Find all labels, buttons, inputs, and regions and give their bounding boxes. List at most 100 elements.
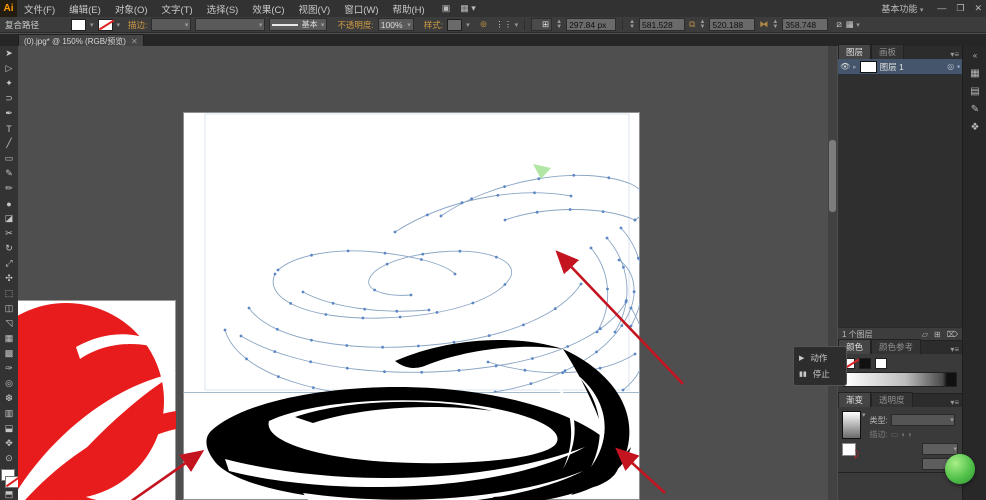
anchor-point[interactable] [409,293,413,297]
fill-swatch[interactable] [71,18,87,31]
stroke-link[interactable]: 描边: [128,19,147,31]
gradient-type-dropdown[interactable]: ▾ [890,414,955,426]
symbols-panel-icon[interactable]: ❖ [970,118,980,136]
anchor-point[interactable] [617,258,621,262]
anchor-point[interactable] [453,272,457,276]
anchor-point[interactable] [624,299,628,302]
anchor-point[interactable] [601,210,605,213]
w-field[interactable]: 520.188 [709,18,756,31]
gradient-panel-menu-icon[interactable]: ▾≡ [950,398,962,407]
anchor-point[interactable] [435,311,439,314]
eraser-tool[interactable]: ◪ [0,211,18,226]
restore-button[interactable]: ❐ [956,3,964,14]
anchor-point[interactable] [439,214,443,218]
width-profile-combo[interactable]: 基本 ▾ [269,18,328,31]
close-button[interactable]: ✕ [974,3,982,14]
expand-arrow-icon[interactable]: ▸ [853,63,857,71]
anchor-point[interactable] [629,306,633,310]
anchor-point[interactable] [503,283,507,286]
type-tool[interactable]: T [0,121,18,136]
menu-object[interactable]: 对象(O) [108,2,155,16]
pencil-tool[interactable]: ✏ [0,181,18,196]
anchor-point[interactable] [310,253,313,257]
anchor-point[interactable] [426,213,429,217]
scissors-tool[interactable]: ✂ [0,226,18,241]
mini-row-label[interactable]: 停止 [813,368,830,380]
style-swatch[interactable] [447,18,463,31]
mesh-tool[interactable]: ▦ [0,331,18,346]
anchor-point[interactable] [605,236,609,240]
anchor-point[interactable] [247,306,251,310]
tab-close-icon[interactable]: ✕ [131,37,138,46]
delete-layer-icon[interactable]: ⌦ [947,330,958,339]
anchor-point[interactable] [223,328,227,332]
menu-help[interactable]: 帮助(H) [386,2,432,16]
style-link[interactable]: 样式: [424,19,443,31]
anchor-point[interactable] [471,301,475,305]
anchor-point[interactable] [363,307,367,311]
artboard-tool[interactable]: ⬓ [0,421,18,436]
anchor-point[interactable] [273,272,277,276]
arrange-documents-icon[interactable]: ▦ ▾ [460,3,476,14]
anchor-point[interactable] [420,258,423,261]
perspective-grid-tool[interactable]: ◹ [0,316,18,331]
collapse-dock-icon[interactable]: « [973,46,977,64]
swatches-panel-icon[interactable]: ▤ [970,82,979,100]
brushes-panel-icon[interactable]: ✎ [970,100,979,118]
layer-thumbnail[interactable] [859,60,877,73]
anchor-point[interactable] [398,315,402,319]
pen-tool[interactable]: ✒ [0,106,18,121]
fill-stroke-proxy[interactable] [0,469,19,488]
anchor-point[interactable] [503,185,506,188]
anchor-point[interactable] [568,208,572,211]
anchor-point[interactable] [470,197,473,201]
blob-brush-tool[interactable]: ● [0,196,18,211]
rectangle-tool[interactable]: ▭ [0,151,18,166]
canvas-scrollbar-track[interactable] [828,46,837,500]
x-field[interactable]: 297.84 px [566,18,617,31]
anchor-point[interactable] [393,230,397,234]
shape-builder-tool[interactable]: ◫ [0,301,18,316]
screen-mode-icon[interactable]: ⬒ [0,489,18,500]
target-circle-icon[interactable]: ◎ [947,62,954,71]
stroke-proxy[interactable] [5,476,19,488]
color-panel-menu-icon[interactable]: ▾≡ [950,345,962,354]
menu-file[interactable]: 文件(F) [17,2,62,16]
black-logo-artwork[interactable] [183,335,640,500]
workspace-switcher[interactable]: 基本功能 ▾ [881,2,923,15]
mini-row-label[interactable]: 动作 [810,352,827,364]
opacity-link[interactable]: 不透明度: [337,19,373,31]
canvas-scrollbar-handle[interactable] [829,140,836,212]
gradient-angle-field[interactable]: ▾ [922,443,958,455]
blend-tool[interactable]: ◎ [0,376,18,391]
tab-artboards[interactable]: 画板 [871,44,905,59]
menu-type[interactable]: 文字(T) [155,2,200,16]
anchor-point[interactable] [324,313,328,316]
anchor-point[interactable] [535,210,539,214]
visibility-eye-icon[interactable]: 👁 [840,62,850,71]
canvas-area[interactable] [0,46,838,500]
anchor-point[interactable] [595,330,599,334]
anchor-point[interactable] [383,251,387,255]
anchor-point[interactable] [619,226,623,230]
brush-definition-combo[interactable]: ▾ [195,18,266,31]
reverse-gradient-icon[interactable] [842,443,859,460]
anchor-point[interactable] [553,307,557,310]
rotate-tool[interactable]: ↻ [0,241,18,256]
anchor-point[interactable] [331,301,335,305]
anchor-point[interactable] [276,268,280,272]
direct-selection-tool[interactable]: ▷ [0,61,18,76]
zoom-tool[interactable]: ⊙ [0,451,18,466]
anchor-point[interactable] [599,327,602,331]
anchor-point[interactable] [569,194,573,198]
layer-name[interactable]: 图层 1 [880,61,904,73]
eyedropper-tool[interactable]: ✑ [0,361,18,376]
anchor-point[interactable] [633,218,637,222]
anchor-point[interactable] [589,246,593,250]
black-swatch[interactable] [859,358,871,369]
column-graph-tool[interactable]: ▥ [0,406,18,421]
anchor-point[interactable] [301,290,305,294]
anchor-point[interactable] [275,327,279,331]
tab-layers[interactable]: 图层 [838,44,872,59]
link-dimensions-icon[interactable]: ⧓ [759,19,768,30]
